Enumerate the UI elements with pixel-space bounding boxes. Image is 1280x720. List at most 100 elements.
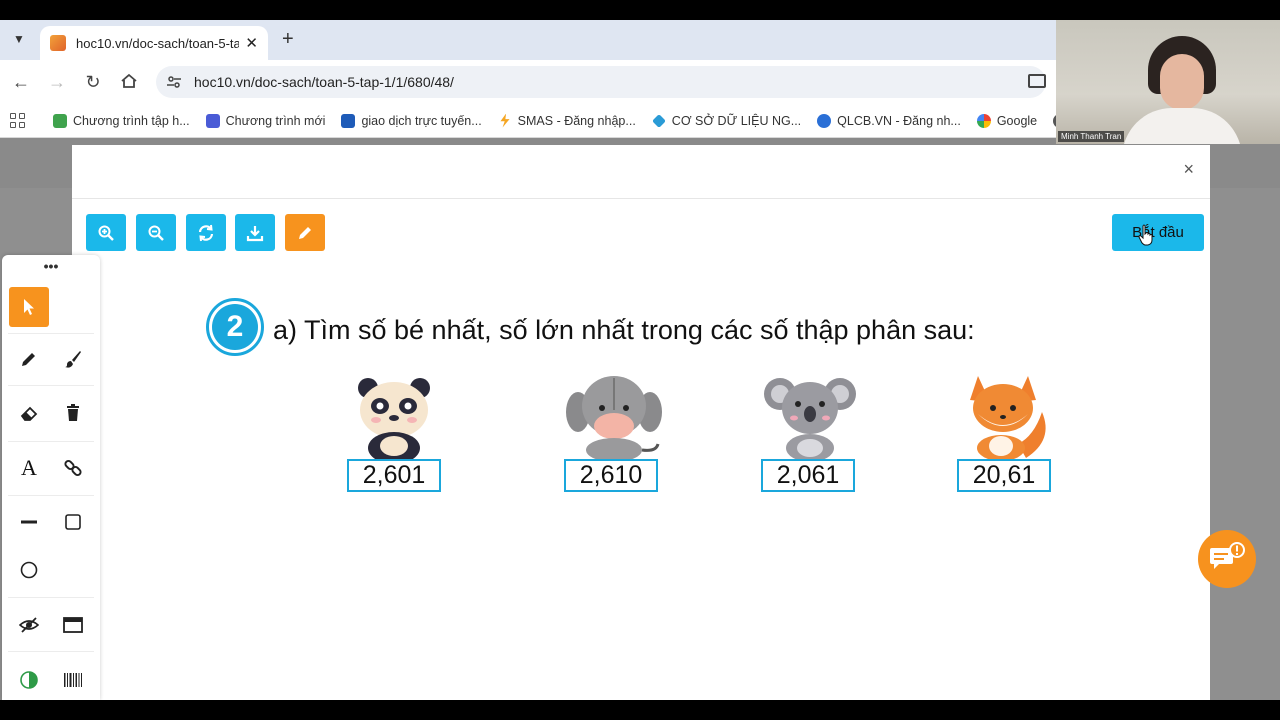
bookmark-label: SMAS - Đăng nhập... xyxy=(517,113,636,128)
bookmark-item[interactable]: Chương trình mới xyxy=(205,113,326,128)
eye-slash-icon xyxy=(19,617,39,633)
url-text: hoc10.vn/doc-sach/toan-5-tap-1/1/680/48/ xyxy=(194,74,454,90)
circle-tool-button[interactable] xyxy=(9,550,49,590)
bookmark-item[interactable]: QLCB.VN - Đăng nh... xyxy=(817,113,961,128)
number-box: 2,610 xyxy=(564,459,658,492)
apps-grid-icon[interactable] xyxy=(10,112,25,129)
fox-illustration xyxy=(970,376,1046,461)
webcam-video: Minh Thanh Tran xyxy=(1056,20,1280,144)
circle-icon xyxy=(20,561,38,579)
address-bar[interactable]: hoc10.vn/doc-sach/toan-5-tap-1/1/680/48/ xyxy=(156,66,1046,98)
f-logo-icon xyxy=(341,113,356,128)
tab-search-chevron-icon[interactable]: ▼ xyxy=(8,28,30,50)
barcode-tool-button[interactable] xyxy=(53,660,93,700)
refresh-icon xyxy=(198,224,214,241)
webcam-person-body xyxy=(1122,108,1242,144)
bookmark-item[interactable]: SMAS - Đăng nhập... xyxy=(498,113,636,128)
back-arrow-icon[interactable]: ← xyxy=(10,72,32,92)
panel-separator xyxy=(8,441,94,442)
browser-toolbar: ← → ↻ hoc10.vn/doc-sach/toan-5-tap-1/1/6… xyxy=(0,60,1056,104)
bookmark-label: giao dịch trực tuyến... xyxy=(361,113,482,128)
line-tool-button[interactable] xyxy=(9,502,49,542)
panda-illustration xyxy=(358,378,430,462)
hippo-illustration xyxy=(566,376,662,462)
question-number-badge: 2 xyxy=(206,298,264,356)
site-settings-icon[interactable] xyxy=(166,74,182,90)
panel-more-icon[interactable]: ••• xyxy=(2,259,100,273)
rectangle-tool-button[interactable] xyxy=(53,502,93,542)
number-box: 2,601 xyxy=(347,459,441,492)
bolt-icon xyxy=(500,113,510,128)
bookmark-item[interactable]: CƠ SỞ DỮ LIỆU NG... xyxy=(651,113,802,128)
brush-tool-button[interactable] xyxy=(53,339,93,379)
line-icon xyxy=(21,520,37,524)
trash-icon xyxy=(67,404,79,421)
brush-icon xyxy=(65,351,81,368)
eraser-icon xyxy=(20,406,38,421)
book-page-modal: × Bắt đầu 2 a) Tìm số bé nhất, số lớn nh… xyxy=(72,145,1210,700)
reload-icon[interactable]: ↻ xyxy=(82,72,104,92)
hand-cursor-icon xyxy=(1138,224,1153,246)
bookmark-item[interactable]: giao dịch trực tuyến... xyxy=(341,113,482,128)
start-button[interactable]: Bắt đầu xyxy=(1112,214,1204,251)
zoom-in-button[interactable] xyxy=(86,214,126,251)
number-box: 2,061 xyxy=(761,459,855,492)
text-tool-button[interactable]: A xyxy=(9,448,49,488)
bookmark-item[interactable]: Google xyxy=(976,113,1038,128)
hide-tool-button[interactable] xyxy=(9,605,49,645)
select-tool-button[interactable] xyxy=(9,287,49,327)
koala-illustration xyxy=(764,378,856,462)
delete-tool-button[interactable] xyxy=(53,393,93,433)
webcam-name-label: Minh Thanh Tran xyxy=(1058,131,1125,142)
question-number: 2 xyxy=(212,304,258,350)
panel-separator xyxy=(8,495,94,496)
panel-separator xyxy=(8,385,94,386)
zoom-out-icon xyxy=(148,225,164,241)
panel-separator xyxy=(8,651,94,652)
diamond-icon xyxy=(651,113,666,128)
window-tool-button[interactable] xyxy=(53,605,93,645)
google-icon xyxy=(976,113,991,128)
bookmark-label: Chương trình tập h... xyxy=(73,113,190,128)
bookmark-label: Chương trình mới xyxy=(225,113,326,128)
pencil-icon xyxy=(299,226,311,239)
contrast-tool-button[interactable] xyxy=(9,660,49,700)
half-circle-icon xyxy=(20,671,38,689)
bookmarks-bar: Chương trình tập h... Chương trình mới g… xyxy=(0,104,1068,138)
number-box: 20,61 xyxy=(957,459,1051,492)
pencil-icon xyxy=(22,353,35,366)
reset-button[interactable] xyxy=(186,214,226,251)
home-icon[interactable] xyxy=(118,72,140,94)
globe-badge-icon xyxy=(817,113,832,128)
link-tool-button[interactable] xyxy=(53,448,93,488)
cast-icon[interactable] xyxy=(1028,74,1046,88)
tab-title: hoc10.vn/doc-sach/toan-5-tap xyxy=(76,35,240,51)
leaf-icon xyxy=(53,113,67,128)
bottom-black-bar xyxy=(0,700,1280,720)
download-button[interactable] xyxy=(235,214,275,251)
chat-support-button[interactable] xyxy=(1198,530,1256,588)
modal-header-divider xyxy=(72,198,1210,199)
puzzle-icon xyxy=(205,113,220,128)
pencil-tool-button[interactable] xyxy=(9,339,49,379)
cursor-arrow-icon xyxy=(24,299,34,315)
download-icon xyxy=(246,225,264,241)
modal-close-icon[interactable]: × xyxy=(1183,159,1194,180)
browser-tab[interactable]: hoc10.vn/doc-sach/toan-5-tap ✕ xyxy=(40,26,268,60)
chat-alert-icon xyxy=(1210,542,1245,569)
panel-separator xyxy=(8,333,94,334)
webcam-person-face xyxy=(1160,54,1204,110)
rectangle-icon xyxy=(65,514,81,530)
bookmark-label: CƠ SỞ DỮ LIỆU NG... xyxy=(671,113,802,128)
tab-close-icon[interactable]: ✕ xyxy=(245,34,258,52)
link-icon xyxy=(64,459,82,477)
new-tab-plus-icon[interactable]: + xyxy=(282,28,294,51)
tab-strip: ▼ hoc10.vn/doc-sach/toan-5-tap ✕ + xyxy=(0,20,1056,60)
forward-arrow-icon[interactable]: → xyxy=(46,72,68,92)
draw-button[interactable] xyxy=(285,214,325,251)
bookmark-label: Google xyxy=(996,113,1038,128)
eraser-tool-button[interactable] xyxy=(9,393,49,433)
window-icon xyxy=(63,617,83,633)
zoom-out-button[interactable] xyxy=(136,214,176,251)
bookmark-item[interactable]: Chương trình tập h... xyxy=(53,113,190,128)
